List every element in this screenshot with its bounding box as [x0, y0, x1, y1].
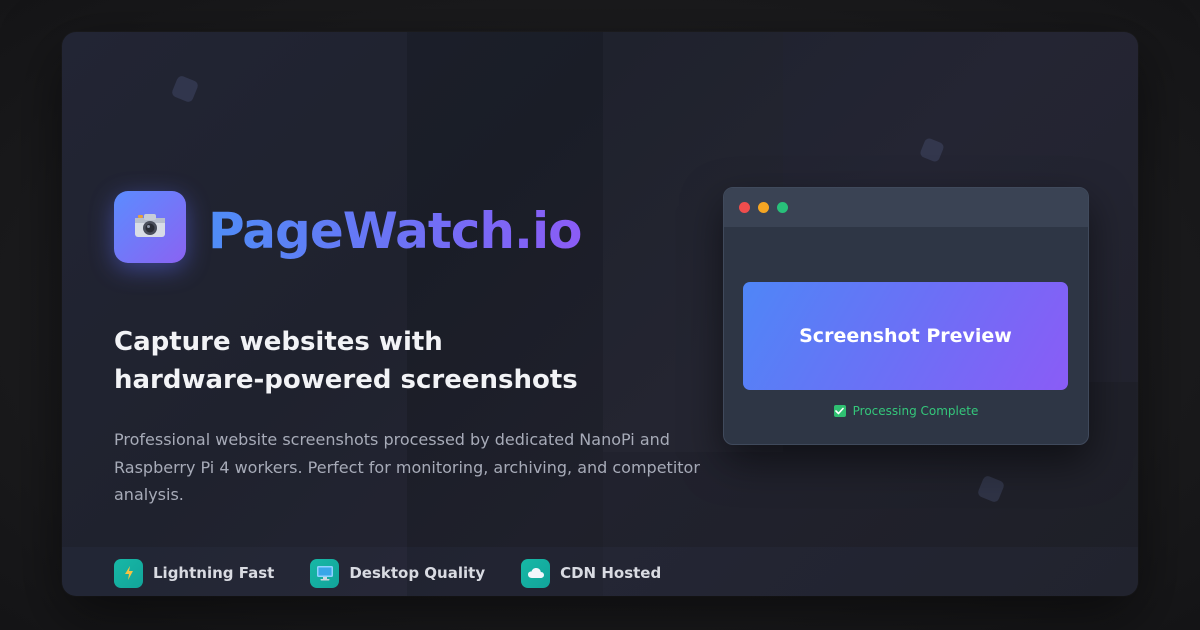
headline-line: hardware-powered screenshots [114, 365, 578, 395]
cloud-icon [521, 558, 551, 588]
feature-item: CDN Hosted [521, 558, 662, 588]
camera-icon [132, 210, 168, 244]
processing-status: Processing Complete [724, 404, 1088, 418]
decorative-square [976, 474, 1006, 504]
preview-window: Screenshot Preview Processing Complete [723, 187, 1089, 445]
hero-headline: Capture websites with hardware-powered s… [114, 323, 674, 399]
og-image-canvas: PageWatch.io Capture websites with hardw… [0, 0, 1200, 630]
feature-list: Lightning Fast Desktop Quality CDN Hoste… [114, 558, 697, 588]
feature-label: CDN Hosted [560, 564, 662, 582]
background-panel [62, 32, 407, 596]
desktop-icon [310, 558, 340, 588]
screenshot-preview: Screenshot Preview [743, 282, 1068, 390]
preview-label: Screenshot Preview [799, 325, 1012, 347]
maximize-dot-icon [777, 201, 788, 213]
headline-line: Capture websites with [114, 327, 443, 357]
close-dot-icon [739, 201, 750, 213]
hero-description: Professional website screenshots process… [114, 430, 700, 504]
lightning-icon [114, 558, 143, 588]
status-text: Processing Complete [852, 404, 979, 418]
feature-item: Lightning Fast [114, 558, 275, 588]
window-titlebar [724, 188, 1088, 227]
feature-label: Desktop Quality [349, 564, 486, 582]
feature-label: Lightning Fast [153, 564, 275, 582]
checkmark-icon [833, 405, 846, 417]
brand-name: PageWatch.io [208, 196, 582, 266]
feature-item: Desktop Quality [310, 558, 486, 588]
minimize-dot-icon [758, 201, 769, 213]
background-panel [407, 32, 603, 596]
brand-logo [114, 191, 186, 263]
